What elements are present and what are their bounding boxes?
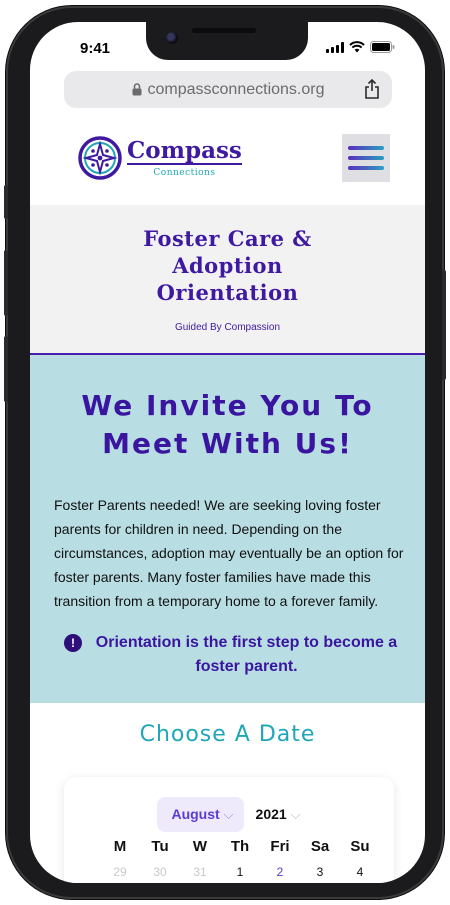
invite-section: We Invite You To Meet With Us! Foster Pa… xyxy=(30,355,425,703)
invite-heading-line: We Invite You To xyxy=(81,389,374,422)
calendar-day: 31 xyxy=(193,865,207,879)
signal-icon xyxy=(326,41,344,53)
year-value: 2021 xyxy=(255,806,287,822)
choose-date-heading: Choose A Date xyxy=(139,722,316,747)
title-band: Foster Care & Adoption Orientation Guide… xyxy=(30,205,425,355)
compass-logo-icon xyxy=(78,136,122,180)
weekday-header: M Tu W Th Fri Sa Su xyxy=(106,838,374,855)
weekday-label: Th xyxy=(230,838,250,855)
status-time: 9:41 xyxy=(80,40,111,57)
hamburger-menu-button[interactable] xyxy=(342,134,390,182)
chevron-down-icon: ⌵ xyxy=(290,807,301,822)
share-icon[interactable] xyxy=(364,79,380,99)
month-select[interactable]: August ⌵ xyxy=(157,797,244,832)
logo-name: Compass xyxy=(127,136,242,165)
menu-bar-icon xyxy=(348,156,384,160)
year-select[interactable]: 2021 ⌵ xyxy=(256,806,301,823)
page-title-line: Adoption xyxy=(172,253,283,278)
weekday-label: Sa xyxy=(310,838,330,855)
side-button-volume-up xyxy=(4,250,8,316)
chevron-down-icon: ⌵ xyxy=(223,807,234,822)
bottom-fade xyxy=(30,882,425,883)
calendar-day: 30 xyxy=(153,865,167,879)
weekday-label: W xyxy=(192,838,208,855)
logo[interactable]: Compass Connections xyxy=(77,135,242,181)
menu-bar-icon xyxy=(348,146,384,150)
weekday-label: M xyxy=(113,838,127,855)
notch xyxy=(146,22,308,60)
invite-heading: We Invite You To Meet With Us! xyxy=(30,387,425,463)
lock-icon xyxy=(132,83,141,96)
wifi-icon xyxy=(349,41,365,53)
speaker xyxy=(192,28,256,33)
notice: ! Orientation is the first step to becom… xyxy=(64,631,403,679)
weekday-label: Su xyxy=(350,838,370,855)
address-bar[interactable]: compassconnections.org xyxy=(64,71,392,108)
page-title-line: Foster Care & xyxy=(143,226,312,251)
calendar-day[interactable]: 1 xyxy=(226,865,254,879)
invite-body: Foster Parents needed! We are seeking lo… xyxy=(54,497,404,609)
calendar-day[interactable]: 4 xyxy=(346,865,374,879)
month-value: August xyxy=(171,806,220,822)
calendar-day: 29 xyxy=(113,865,127,879)
logo-subtitle: Connections xyxy=(153,167,216,178)
side-button-power xyxy=(442,270,446,380)
site-header: Compass Connections xyxy=(30,127,425,205)
exclamation-icon: ! xyxy=(64,634,82,652)
invite-heading-line: Meet With Us! xyxy=(102,427,353,460)
screen: 9:41 compassconnections.org Compass Conn… xyxy=(30,22,425,883)
side-button-mute xyxy=(4,185,8,219)
tagline: Guided By Compassion xyxy=(174,322,281,333)
status-icons xyxy=(326,41,395,53)
calendar-header: August ⌵ 2021 ⌵ xyxy=(64,797,394,832)
page-title-line: Orientation xyxy=(156,280,299,305)
day-row: 29 30 31 1 2 3 4 xyxy=(106,865,374,879)
weekday-label: Fri xyxy=(270,838,290,855)
battery-icon xyxy=(370,41,395,53)
notice-text: Orientation is the first step to become … xyxy=(95,634,398,675)
url-text: compassconnections.org xyxy=(147,80,325,98)
calendar-day[interactable]: 3 xyxy=(306,865,334,879)
menu-bar-icon xyxy=(348,166,384,170)
page-title: Foster Care & Adoption Orientation xyxy=(30,225,425,306)
logo-text: Compass Connections xyxy=(127,139,242,178)
calendar-day[interactable]: 2 xyxy=(266,865,294,879)
camera xyxy=(166,32,178,44)
weekday-label: Tu xyxy=(151,838,169,855)
side-button-volume-down xyxy=(4,336,8,402)
calendar: August ⌵ 2021 ⌵ M Tu W Th Fri Sa Su 29 30 … xyxy=(64,777,394,883)
